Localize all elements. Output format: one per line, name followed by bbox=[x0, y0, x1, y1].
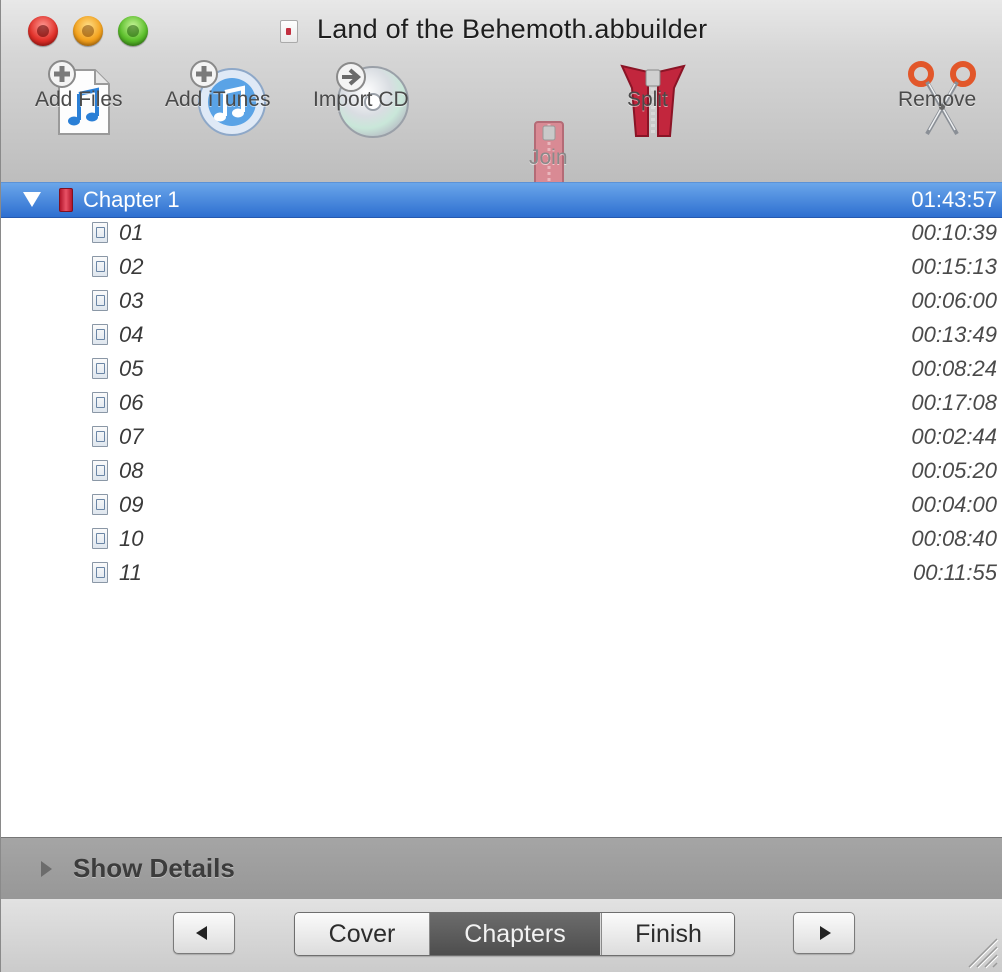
track-label: 05 bbox=[119, 356, 144, 381]
previous-step-button[interactable] bbox=[173, 912, 235, 954]
track-duration: 00:08:40 bbox=[911, 526, 997, 551]
audio-file-icon bbox=[92, 290, 108, 311]
track-label: 09 bbox=[119, 492, 144, 517]
track-duration: 00:08:24 bbox=[911, 356, 997, 381]
import-cd-label: Import CD bbox=[313, 88, 409, 111]
track-label: 07 bbox=[119, 424, 144, 449]
track-row[interactable]: 06 00:17:08 bbox=[1, 386, 1002, 420]
track-label: 01 bbox=[119, 220, 144, 245]
track-row[interactable]: 04 00:13:49 bbox=[1, 318, 1002, 352]
track-row[interactable]: 03 00:06:00 bbox=[1, 284, 1002, 318]
track-row[interactable]: 01 00:10:39 bbox=[1, 216, 1002, 250]
track-duration: 00:06:00 bbox=[911, 288, 997, 313]
chapter-list[interactable]: Chapter 1 01:43:57 01 00:10:39 02 00:15:… bbox=[1, 182, 1002, 837]
track-row[interactable]: 11 00:11:55 bbox=[1, 556, 1002, 590]
track-duration: 00:05:20 bbox=[911, 458, 997, 483]
audio-file-icon bbox=[92, 324, 108, 345]
audio-file-icon bbox=[92, 494, 108, 515]
join-label: Join bbox=[529, 146, 568, 169]
track-duration: 00:02:44 bbox=[911, 424, 997, 449]
track-duration: 00:04:00 bbox=[911, 492, 997, 517]
chapter-duration: 01:43:57 bbox=[911, 187, 997, 212]
disclosure-triangle-icon[interactable] bbox=[23, 192, 41, 207]
step-segmented-control: Cover Chapters Finish bbox=[294, 912, 735, 956]
audio-file-icon bbox=[92, 222, 108, 243]
track-label: 02 bbox=[119, 254, 144, 279]
resize-grip-icon[interactable] bbox=[963, 929, 999, 969]
app-window: Land of the Behemoth.abbuilder Add Files bbox=[0, 0, 1002, 972]
track-row[interactable]: 08 00:05:20 bbox=[1, 454, 1002, 488]
track-label: 04 bbox=[119, 322, 144, 347]
chapter-row[interactable]: Chapter 1 01:43:57 bbox=[1, 182, 1002, 218]
track-row[interactable]: 09 00:04:00 bbox=[1, 488, 1002, 522]
track-row[interactable]: 02 00:15:13 bbox=[1, 250, 1002, 284]
bottom-bar: Cover Chapters Finish bbox=[1, 899, 1002, 972]
close-icon[interactable] bbox=[28, 16, 58, 46]
show-details-label: Show Details bbox=[73, 853, 235, 883]
minimize-icon[interactable] bbox=[73, 16, 103, 46]
remove-label: Remove bbox=[898, 88, 977, 111]
track-label: 06 bbox=[119, 390, 144, 415]
previous-arrow-icon bbox=[196, 926, 207, 940]
track-row[interactable]: 10 00:08:40 bbox=[1, 522, 1002, 556]
audio-file-icon bbox=[92, 460, 108, 481]
add-files-label: Add Files bbox=[35, 88, 123, 111]
track-duration: 00:10:39 bbox=[911, 220, 997, 245]
step-finish[interactable]: Finish bbox=[601, 913, 734, 955]
track-label: 11 bbox=[119, 560, 142, 585]
track-row[interactable]: 05 00:08:24 bbox=[1, 352, 1002, 386]
step-cover[interactable]: Cover bbox=[295, 913, 430, 955]
audio-file-icon bbox=[92, 256, 108, 277]
disclosure-arrow-icon[interactable] bbox=[41, 861, 52, 877]
track-duration: 00:13:49 bbox=[911, 322, 997, 347]
audio-file-icon bbox=[92, 562, 108, 583]
track-row[interactable]: 07 00:02:44 bbox=[1, 420, 1002, 454]
titlebar-toolbar: Land of the Behemoth.abbuilder Add Files bbox=[1, 0, 1002, 195]
track-label: 03 bbox=[119, 288, 144, 313]
document-icon bbox=[280, 20, 298, 43]
next-step-button[interactable] bbox=[793, 912, 855, 954]
track-duration: 00:15:13 bbox=[911, 254, 997, 279]
next-arrow-icon bbox=[820, 926, 831, 940]
track-duration: 00:17:08 bbox=[911, 390, 997, 415]
track-label: 10 bbox=[119, 526, 144, 551]
audio-file-icon bbox=[92, 426, 108, 447]
chapter-label: Chapter 1 bbox=[83, 187, 180, 212]
track-label: 08 bbox=[119, 458, 144, 483]
audio-file-icon bbox=[92, 528, 108, 549]
step-chapters[interactable]: Chapters bbox=[430, 913, 600, 955]
window-title: Land of the Behemoth.abbuilder bbox=[317, 14, 708, 44]
zoom-icon[interactable] bbox=[118, 16, 148, 46]
audio-file-icon bbox=[92, 392, 108, 413]
add-itunes-label: Add iTunes bbox=[165, 88, 271, 111]
split-label: Split bbox=[627, 88, 668, 111]
book-icon bbox=[59, 188, 73, 212]
audio-file-icon bbox=[92, 358, 108, 379]
track-duration: 00:11:55 bbox=[912, 560, 997, 585]
show-details-bar[interactable]: Show Details bbox=[1, 837, 1002, 901]
